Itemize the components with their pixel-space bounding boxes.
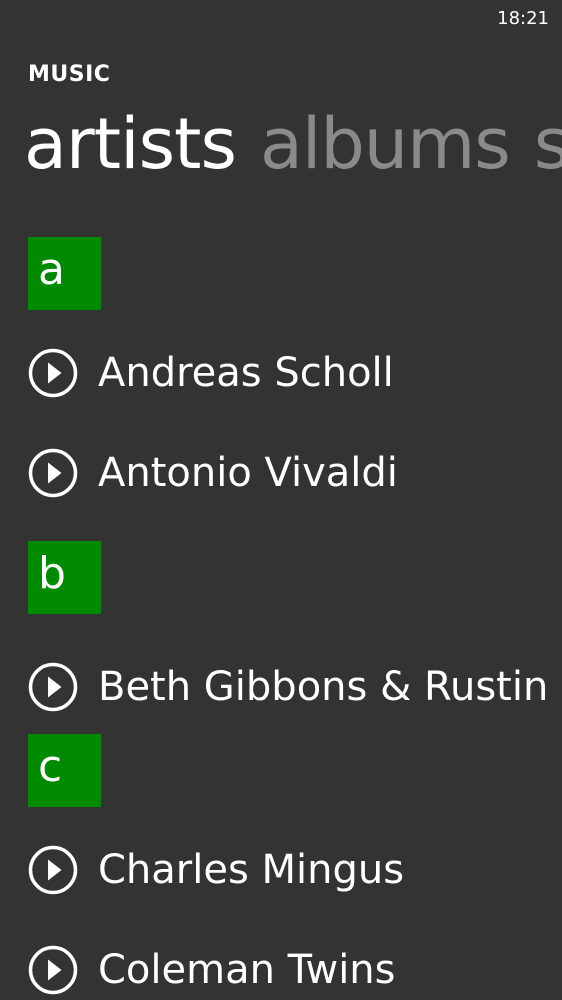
group-a: a Andreas Scholl Antonio Vivaldi	[0, 237, 562, 523]
status-time: 18:21	[497, 8, 549, 29]
artist-name: Andreas Scholl	[98, 350, 394, 396]
artist-name: Antonio Vivaldi	[98, 450, 398, 496]
jump-letter-a[interactable]: a	[28, 237, 101, 310]
play-circle-icon[interactable]	[28, 845, 78, 895]
play-circle-icon[interactable]	[28, 448, 78, 498]
tab-albums[interactable]: albums	[260, 98, 511, 190]
group-c: c Charles Mingus Coleman Twins	[0, 734, 562, 1000]
artist-name: Coleman Twins	[98, 947, 396, 993]
list-item[interactable]: Charles Mingus	[0, 820, 562, 920]
play-circle-icon[interactable]	[28, 945, 78, 995]
play-circle-icon[interactable]	[28, 348, 78, 398]
list-item[interactable]: Andreas Scholl	[0, 323, 562, 423]
jump-letter-c[interactable]: c	[28, 734, 101, 807]
jump-letter-b[interactable]: b	[28, 541, 101, 614]
app-title: MUSIC	[28, 62, 111, 87]
tab-next-partial[interactable]: s	[534, 98, 562, 190]
artist-name: Charles Mingus	[98, 847, 405, 893]
status-bar: 18:21	[0, 0, 562, 36]
play-circle-icon[interactable]	[28, 662, 78, 712]
artist-name: Beth Gibbons & Rustin Man	[98, 664, 562, 710]
artist-list: a Andreas Scholl Antonio Vivaldi b Beth …	[0, 237, 562, 1000]
tab-artists[interactable]: artists	[24, 98, 237, 190]
group-b: b Beth Gibbons & Rustin Man	[0, 541, 562, 737]
list-item[interactable]: Coleman Twins	[0, 920, 562, 1000]
pivot-header: artists albums s	[24, 98, 562, 190]
list-item[interactable]: Antonio Vivaldi	[0, 423, 562, 523]
list-item[interactable]: Beth Gibbons & Rustin Man	[0, 637, 562, 737]
